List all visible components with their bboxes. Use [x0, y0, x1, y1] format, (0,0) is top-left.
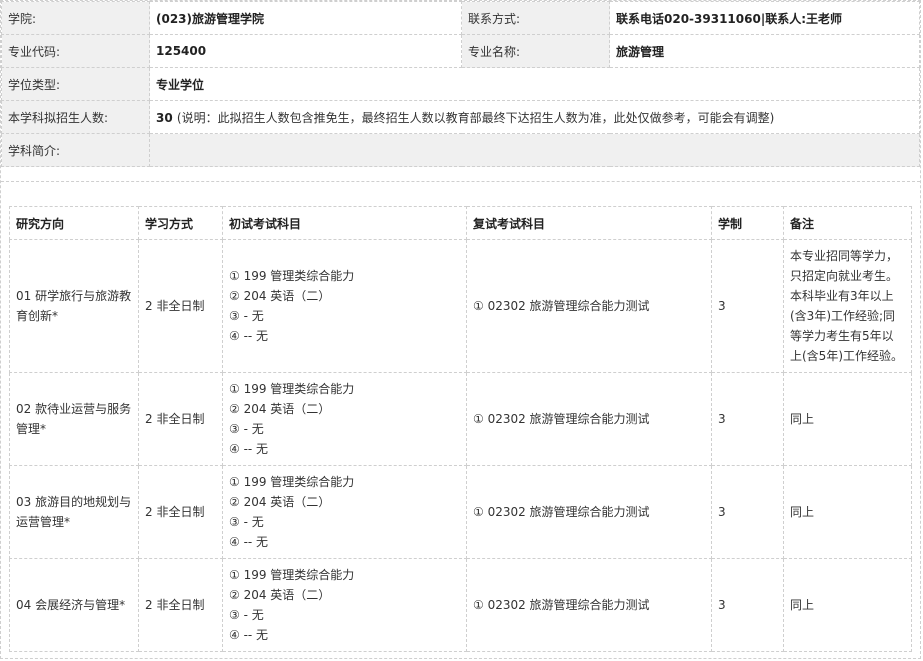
- degree-type-value: 专业学位: [149, 67, 920, 101]
- table-row: 03 旅游目的地规划与运营管理* 2 非全日制 ① 199 管理类综合能力 ② …: [9, 465, 912, 559]
- contact-value: 联系电话020-39311060|联系人:王老师: [609, 1, 920, 35]
- header-retest-exam: 复试考试科目: [466, 206, 712, 240]
- retest-exam-cell: ① 02302 旅游管理综合能力测试: [466, 372, 712, 466]
- direction-cell: 01 研学旅行与旅游教育创新*: [9, 239, 139, 373]
- enrollment-quota-note: (说明：此拟招生人数包含推免生，最终招生人数以教育部最终下达招生人数为准，此处仅…: [176, 110, 775, 125]
- study-mode-cell: 2 非全日制: [138, 558, 223, 652]
- college-label: 学院:: [1, 1, 150, 35]
- exam-subject-4: ④ -- 无: [229, 535, 269, 549]
- study-mode-cell: 2 非全日制: [138, 372, 223, 466]
- header-remark: 备注: [783, 206, 912, 240]
- subject-intro-value: [149, 133, 920, 167]
- enrollment-quota-cell: 30 (说明：此拟招生人数包含推免生，最终招生人数以教育部最终下达招生人数为准，…: [149, 100, 920, 134]
- retest-exam-cell: ① 02302 旅游管理综合能力测试: [466, 558, 712, 652]
- initial-exam-cell: ① 199 管理类综合能力 ② 204 英语（二） ③ - 无 ④ -- 无: [222, 372, 467, 466]
- research-directions-table: 研究方向 学习方式 初试考试科目 复试考试科目 学制 备注 01 研学旅行与旅游…: [9, 206, 912, 652]
- direction-cell: 02 款待业运营与服务管理*: [9, 372, 139, 466]
- directions-section: 研究方向 学习方式 初试考试科目 复试考试科目 学制 备注 01 研学旅行与旅游…: [1, 182, 920, 652]
- direction-cell: 03 旅游目的地规划与运营管理*: [9, 465, 139, 559]
- initial-exam-cell: ① 199 管理类综合能力 ② 204 英语（二） ③ - 无 ④ -- 无: [222, 558, 467, 652]
- subject-intro-label: 学科简介:: [1, 133, 150, 167]
- degree-type-label: 学位类型:: [1, 67, 150, 101]
- duration-cell: 3: [711, 558, 784, 652]
- retest-exam-cell: ① 02302 旅游管理综合能力测试: [466, 465, 712, 559]
- duration-cell: 3: [711, 239, 784, 373]
- exam-subject-4: ④ -- 无: [229, 329, 269, 343]
- info-row-quota: 本学科拟招生人数: 30 (说明：此拟招生人数包含推免生，最终招生人数以教育部最…: [1, 100, 920, 134]
- exam-subject-3: ③ - 无: [229, 309, 264, 323]
- exam-subject-2: ② 204 英语（二）: [229, 402, 331, 416]
- major-name-value: 旅游管理: [609, 34, 920, 68]
- exam-subject-1: ① 199 管理类综合能力: [229, 475, 355, 489]
- info-row-college: 学院: (023)旅游管理学院 联系方式: 联系电话020-39311060|联…: [1, 1, 920, 35]
- header-duration: 学制: [711, 206, 784, 240]
- exam-subject-1: ① 199 管理类综合能力: [229, 269, 355, 283]
- exam-subject-4: ④ -- 无: [229, 628, 269, 642]
- header-study-mode: 学习方式: [138, 206, 223, 240]
- duration-cell: 3: [711, 465, 784, 559]
- table-row: 02 款待业运营与服务管理* 2 非全日制 ① 199 管理类综合能力 ② 20…: [9, 372, 912, 466]
- study-mode-cell: 2 非全日制: [138, 465, 223, 559]
- exam-subject-3: ③ - 无: [229, 608, 264, 622]
- exam-subject-2: ② 204 英语（二）: [229, 588, 331, 602]
- header-direction: 研究方向: [9, 206, 139, 240]
- remark-cell: 同上: [783, 372, 912, 466]
- enrollment-quota-label: 本学科拟招生人数:: [1, 100, 150, 134]
- contact-label: 联系方式:: [461, 1, 610, 35]
- table-row: 04 会展经济与管理* 2 非全日制 ① 199 管理类综合能力 ② 204 英…: [9, 558, 912, 652]
- section-divider: [1, 167, 920, 182]
- header-initial-exam: 初试考试科目: [222, 206, 467, 240]
- major-name-label: 专业名称:: [461, 34, 610, 68]
- exam-subject-3: ③ - 无: [229, 422, 264, 436]
- major-code-value: 125400: [149, 34, 462, 68]
- enrollment-quota-value: 30: [156, 110, 173, 125]
- remark-cell: 同上: [783, 465, 912, 559]
- retest-exam-cell: ① 02302 旅游管理综合能力测试: [466, 239, 712, 373]
- remark-cell: 本专业招同等学力，只招定向就业考生。本科毕业有3年以上(含3年)工作经验;同等学…: [783, 239, 912, 373]
- info-row-code: 专业代码: 125400 专业名称: 旅游管理: [1, 34, 920, 68]
- info-row-intro: 学科简介:: [1, 133, 920, 167]
- duration-cell: 3: [711, 372, 784, 466]
- info-row-degree: 学位类型: 专业学位: [1, 67, 920, 101]
- direction-cell: 04 会展经济与管理*: [9, 558, 139, 652]
- table-header-row: 研究方向 学习方式 初试考试科目 复试考试科目 学制 备注: [9, 206, 912, 240]
- initial-exam-cell: ① 199 管理类综合能力 ② 204 英语（二） ③ - 无 ④ -- 无: [222, 465, 467, 559]
- exam-subject-2: ② 204 英语（二）: [229, 495, 331, 509]
- program-detail-panel: 学院: (023)旅游管理学院 联系方式: 联系电话020-39311060|联…: [0, 0, 921, 659]
- remark-cell: 同上: [783, 558, 912, 652]
- study-mode-cell: 2 非全日制: [138, 239, 223, 373]
- initial-exam-cell: ① 199 管理类综合能力 ② 204 英语（二） ③ - 无 ④ -- 无: [222, 239, 467, 373]
- exam-subject-4: ④ -- 无: [229, 442, 269, 456]
- exam-subject-3: ③ - 无: [229, 515, 264, 529]
- exam-subject-1: ① 199 管理类综合能力: [229, 568, 355, 582]
- major-code-label: 专业代码:: [1, 34, 150, 68]
- exam-subject-2: ② 204 英语（二）: [229, 289, 331, 303]
- table-row: 01 研学旅行与旅游教育创新* 2 非全日制 ① 199 管理类综合能力 ② 2…: [9, 239, 912, 373]
- college-value: (023)旅游管理学院: [149, 1, 462, 35]
- program-info-table: 学院: (023)旅游管理学院 联系方式: 联系电话020-39311060|联…: [1, 1, 920, 167]
- exam-subject-1: ① 199 管理类综合能力: [229, 382, 355, 396]
